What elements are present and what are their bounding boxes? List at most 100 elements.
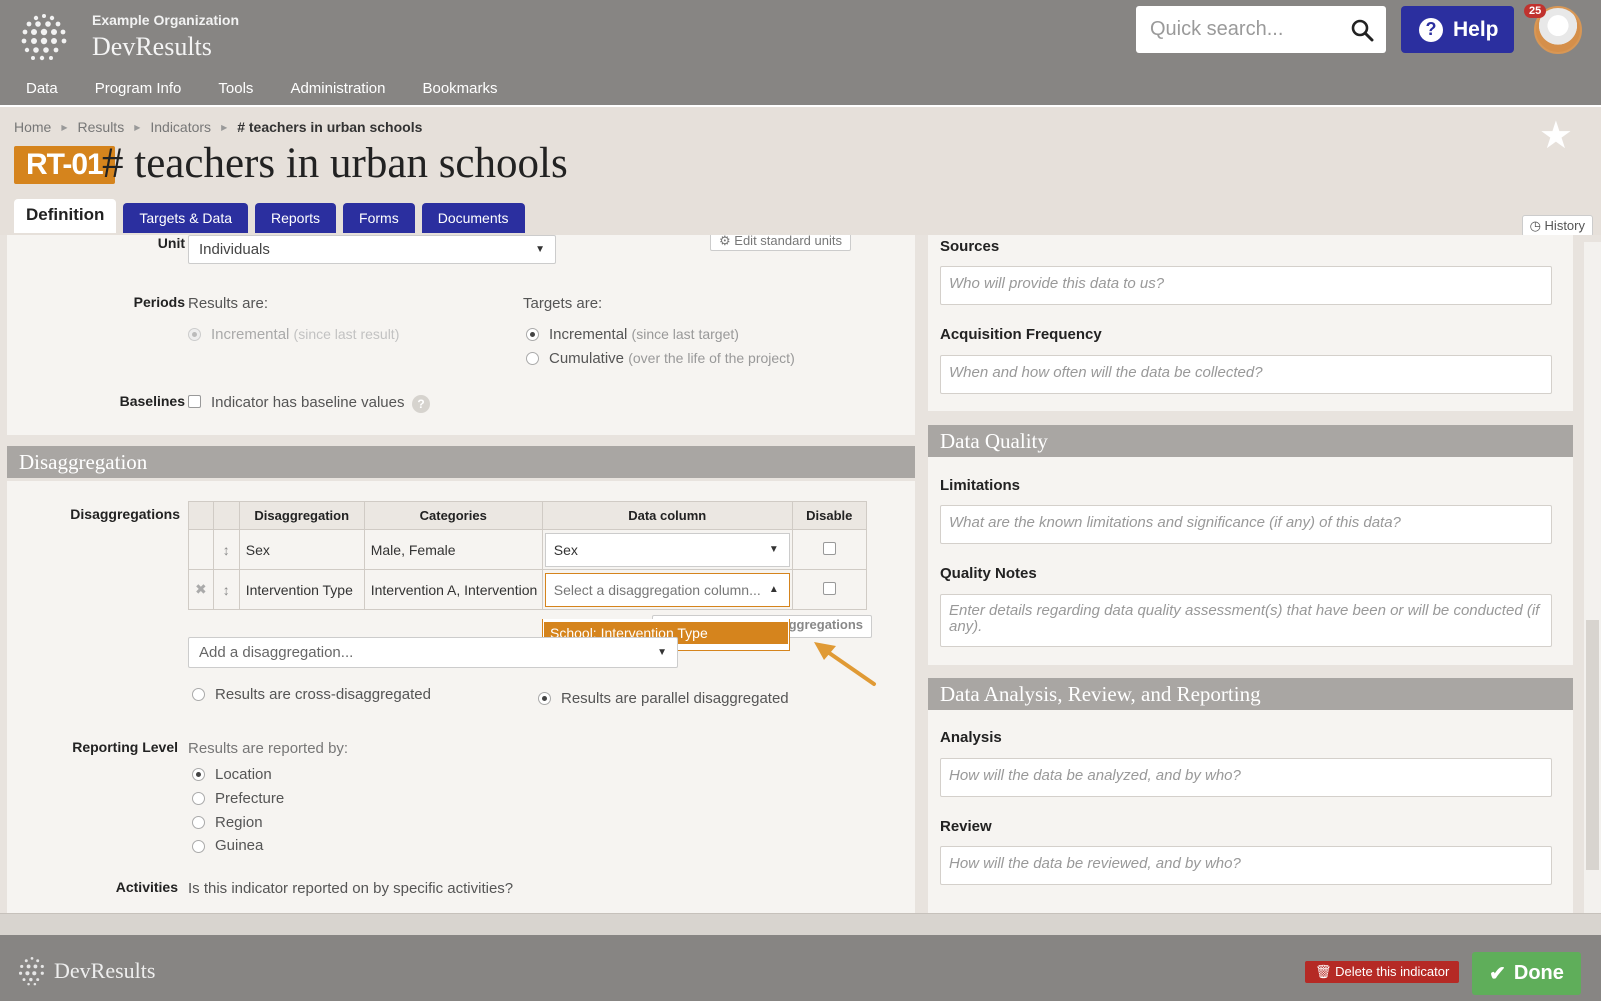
drag-handle-icon[interactable]: ↕	[212, 569, 240, 610]
parallel-disaggregated-radio[interactable]	[538, 692, 551, 705]
categories-cell: Intervention A, Intervention B	[363, 569, 543, 610]
search-icon[interactable]	[1350, 18, 1374, 42]
table-row: ✖ ↕ Intervention Type Intervention A, In…	[188, 569, 867, 610]
nav-item-program-info[interactable]: Program Info	[95, 80, 182, 97]
tab-reports[interactable]: Reports	[255, 203, 337, 233]
done-button[interactable]: ✔ Done	[1472, 952, 1581, 995]
breadcrumb-separator-icon: ▶	[134, 122, 141, 132]
indicator-tabs: Definition Targets & Data Reports Forms …	[14, 199, 525, 233]
reported-by-heading: Results are reported by:	[188, 740, 349, 757]
data-column-cell: Sex ▼	[541, 529, 793, 570]
data-analysis-panel: Analysis How will the data be analyzed, …	[928, 710, 1573, 913]
targets-incremental-hint: (since last target)	[631, 326, 739, 342]
reporting-prefecture-radio[interactable]	[192, 792, 205, 805]
nav-item-tools[interactable]: Tools	[218, 80, 253, 97]
review-label: Review	[940, 818, 992, 835]
tab-definition[interactable]: Definition	[14, 199, 117, 233]
breadcrumb-home[interactable]: Home	[14, 119, 51, 135]
sources-input[interactable]: Who will provide this data to us?	[940, 266, 1552, 305]
tab-forms[interactable]: Forms	[343, 203, 415, 233]
vertical-scrollbar-thumb[interactable]	[1586, 620, 1599, 870]
targets-incremental-radio[interactable]	[526, 328, 539, 341]
acquisition-frequency-label: Acquisition Frequency	[940, 326, 1102, 343]
acquisition-frequency-input[interactable]: When and how often will the data be coll…	[940, 355, 1552, 394]
categories-cell: Male, Female	[363, 529, 543, 570]
reporting-location-radio[interactable]	[192, 768, 205, 781]
nav-item-administration[interactable]: Administration	[290, 80, 385, 97]
history-label: History	[1544, 218, 1585, 233]
targets-are-heading: Targets are:	[523, 295, 603, 312]
history-button[interactable]: ◷ History	[1521, 215, 1593, 237]
data-quality-panel: Limitations What are the known limitatio…	[928, 457, 1573, 665]
definition-content: Unit Individuals ▼ ⚙ Edit standard units…	[0, 235, 1601, 913]
targets-cumulative-radio[interactable]	[526, 352, 539, 365]
delete-indicator-label: Delete this indicator	[1335, 964, 1450, 979]
periods-label: Periods	[133, 294, 185, 310]
targets-incremental-text: Incremental	[549, 326, 628, 343]
nav-item-data[interactable]: Data	[26, 80, 58, 97]
baseline-values-label: Indicator has baseline values	[211, 394, 405, 411]
tab-documents[interactable]: Documents	[421, 203, 525, 233]
disaggregations-label: Disaggregations	[70, 506, 180, 522]
help-question-icon[interactable]: ?	[412, 395, 430, 413]
baseline-values-checkbox[interactable]	[188, 395, 201, 408]
data-analysis-section-title: Data Analysis, Review, and Reporting	[928, 678, 1573, 710]
breadcrumb-indicators[interactable]: Indicators	[150, 119, 211, 135]
data-column-select-open[interactable]: Select a disaggregation column... ▲	[544, 572, 790, 607]
delete-indicator-button[interactable]: 🗑 Delete this indicator	[1305, 961, 1460, 983]
help-button[interactable]: ? Help	[1401, 6, 1514, 53]
add-disaggregation-select[interactable]: Add a disaggregation... ▼	[188, 637, 678, 668]
nav-item-bookmarks[interactable]: Bookmarks	[422, 80, 497, 97]
data-column-select[interactable]: Sex ▼	[544, 532, 790, 567]
tab-targets-data[interactable]: Targets & Data	[123, 203, 248, 233]
breadcrumb-separator-icon: ▶	[221, 122, 228, 132]
footer-logo-text: DevResults	[54, 958, 156, 983]
remove-cell	[188, 529, 214, 570]
horizontal-scrollbar[interactable]	[0, 913, 1601, 935]
quality-notes-label: Quality Notes	[940, 565, 1037, 582]
help-question-icon: ?	[1419, 17, 1443, 42]
footer-logo: DevResults	[16, 955, 155, 987]
edit-standard-units-label: Edit standard units	[734, 235, 842, 248]
quick-search-box	[1136, 6, 1386, 53]
quality-notes-input[interactable]: Enter details regarding data quality ass…	[940, 594, 1552, 647]
disable-checkbox[interactable]	[822, 541, 836, 555]
disaggregations-table: Disaggregation Categories Data column Di…	[188, 501, 867, 610]
trash-icon: 🗑	[1315, 964, 1332, 979]
review-input[interactable]: How will the data be reviewed, and by wh…	[940, 846, 1552, 885]
reporting-guinea-radio[interactable]	[192, 840, 205, 853]
gear-icon: ⚙	[719, 235, 731, 248]
unit-select[interactable]: Individuals ▼	[188, 235, 556, 264]
results-incremental-label: Incremental (since last result)	[211, 326, 399, 343]
parallel-disaggregated-label: Results are parallel disaggregated	[561, 690, 789, 707]
activities-question: Is this indicator reported on by specifi…	[188, 880, 514, 897]
edit-standard-units-button[interactable]: ⚙ Edit standard units	[710, 235, 851, 251]
globe-logo-icon[interactable]	[16, 10, 72, 66]
app-name[interactable]: DevResults	[92, 32, 212, 62]
data-column-select-value: Sex	[553, 541, 578, 558]
targets-cumulative-text: Cumulative	[549, 350, 625, 367]
history-clock-icon: ◷	[1529, 218, 1541, 233]
reporting-region-radio[interactable]	[192, 816, 205, 829]
unit-select-value: Individuals	[199, 241, 270, 258]
breadcrumb-results[interactable]: Results	[78, 119, 125, 135]
drag-handle-icon[interactable]: ↕	[212, 529, 240, 570]
data-quality-section-title: Data Quality	[928, 425, 1573, 457]
reporting-prefecture-label: Prefecture	[215, 790, 285, 807]
caret-down-icon: ▼	[657, 647, 667, 658]
indicator-code-badge: RT-01	[14, 146, 115, 184]
notification-badge[interactable]: 25	[1524, 4, 1547, 18]
quick-search-input[interactable]	[1150, 14, 1340, 44]
cross-disaggregated-radio[interactable]	[192, 688, 205, 701]
disable-checkbox[interactable]	[822, 581, 836, 595]
reorder-column-header	[212, 501, 240, 530]
sources-label: Sources	[940, 238, 1000, 255]
star-bookmark-icon[interactable]: ★	[1539, 113, 1573, 158]
checkmark-icon: ✔	[1489, 963, 1506, 985]
results-incremental-hint: (since last result)	[293, 326, 400, 342]
breadcrumb-separator-icon: ▶	[61, 122, 68, 132]
analysis-input[interactable]: How will the data be analyzed, and by wh…	[940, 758, 1552, 797]
limitations-input[interactable]: What are the known limitations and signi…	[940, 505, 1552, 544]
table-header-row: Disaggregation Categories Data column Di…	[188, 501, 867, 530]
remove-x-icon[interactable]: ✖	[188, 569, 214, 610]
